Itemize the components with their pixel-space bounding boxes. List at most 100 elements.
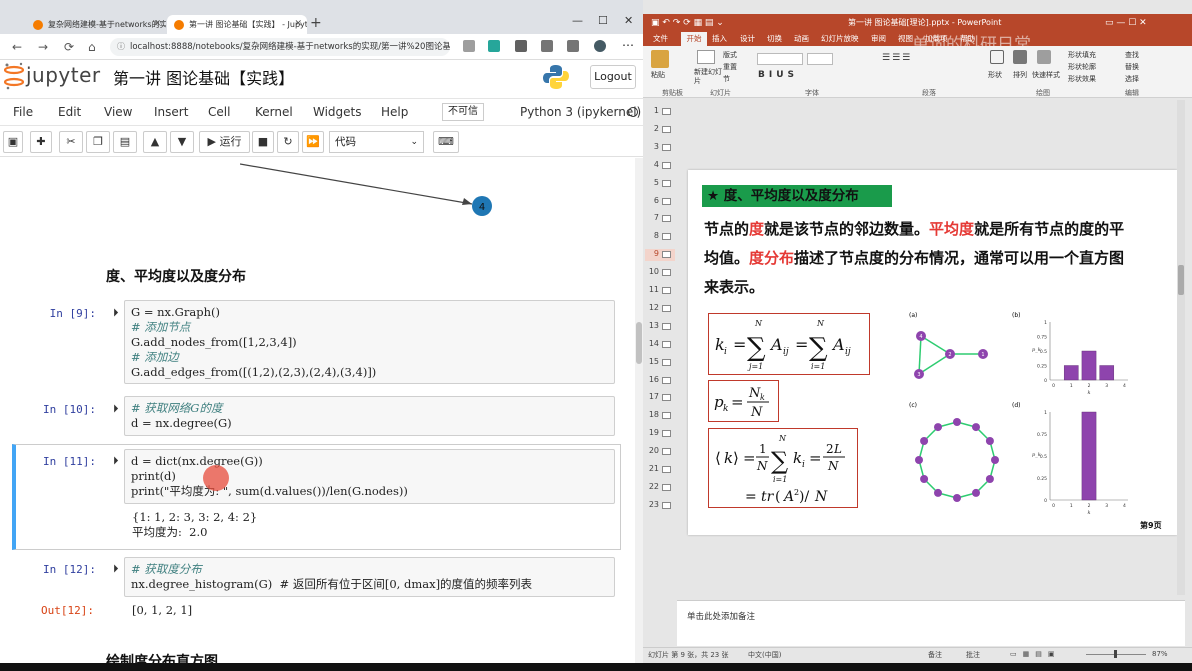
move-up-icon[interactable]: ▲ <box>143 131 167 153</box>
layout-button[interactable]: 版式 <box>723 50 737 60</box>
slide-thumb-item[interactable]: 21 <box>645 464 675 476</box>
menu-edit[interactable]: Edit <box>58 105 81 119</box>
close-tab-icon[interactable]: ✕ <box>294 15 302 34</box>
collections-icon[interactable] <box>567 40 579 52</box>
ribbon-tab-insert[interactable]: 插入 <box>712 33 727 44</box>
find-button[interactable]: 查找 <box>1125 50 1139 60</box>
interrupt-icon[interactable]: ■ <box>252 131 274 153</box>
status-zoom[interactable]: 87% <box>1152 650 1168 658</box>
close-window-button[interactable]: ✕ <box>624 14 633 27</box>
shapes-label[interactable]: 形状 <box>988 70 1002 80</box>
keyboard-icon[interactable]: ⌨ <box>433 131 459 153</box>
slide-thumb-item[interactable]: 2 <box>645 124 675 136</box>
ribbon-tab-slideshow[interactable]: 幻灯片放映 <box>821 33 859 44</box>
kernel-name[interactable]: Python 3 (ipykernel) <box>520 105 641 119</box>
shape-outline-button[interactable]: 形状轮廓 <box>1068 62 1096 72</box>
quick-styles-icon[interactable] <box>1037 50 1051 64</box>
slide-thumb-item[interactable]: 5 <box>645 178 675 190</box>
slide-thumb-item[interactable]: 18 <box>645 410 675 422</box>
font-format-icons[interactable]: BIUS <box>758 70 798 80</box>
paragraph-icons[interactable]: ☰☰☰ <box>882 53 912 63</box>
browser-tab-2[interactable]: 第一讲 图论基础【实践】 - Jupyter Not ✕ <box>167 15 307 34</box>
slide-thumb-item[interactable]: 20 <box>645 446 675 458</box>
trusted-indicator[interactable]: 不可信 <box>442 103 484 121</box>
menu-cell[interactable]: Cell <box>208 105 230 119</box>
menu-view[interactable]: View <box>104 105 132 119</box>
move-down-icon[interactable]: ▼ <box>170 131 194 153</box>
new-slide-label[interactable]: 新建幻灯片 <box>694 68 722 86</box>
back-icon[interactable]: ← <box>12 40 22 54</box>
notebook-scrollbar[interactable] <box>635 158 643 663</box>
code-cell-10[interactable]: # 获取网络G的度 d = nx.degree(G) <box>124 396 615 436</box>
browser-tab-1[interactable]: 复杂网络建模-基于networks的实现 ✕ <box>26 15 166 34</box>
extension-icon[interactable] <box>515 40 527 52</box>
home-icon[interactable]: ⌂ <box>88 40 96 54</box>
status-language[interactable]: 中文(中国) <box>748 650 781 660</box>
slide-thumb-item[interactable]: 16 <box>645 375 675 387</box>
minimize-button[interactable]: — <box>572 14 583 27</box>
slide-thumb-item[interactable]: 8 <box>645 231 675 243</box>
menu-insert[interactable]: Insert <box>154 105 188 119</box>
ppt-window-controls-icon[interactable]: ▭ — ☐ ✕ <box>1105 14 1147 32</box>
run-button[interactable]: ▶ 运行 <box>199 131 250 153</box>
ribbon-tab-file[interactable]: 文件 <box>653 33 668 44</box>
slide-thumb-item[interactable]: 4 <box>645 160 675 172</box>
ribbon-tab-transitions[interactable]: 切换 <box>767 33 782 44</box>
insert-cell-icon[interactable]: ✚ <box>30 131 52 153</box>
slide-thumb-item[interactable]: 19 <box>645 428 675 440</box>
slide-thumb-item[interactable]: 14 <box>645 339 675 351</box>
save-icon[interactable]: ▣ <box>3 131 23 153</box>
section-button[interactable]: 节 <box>723 74 730 84</box>
close-tab-icon[interactable]: ✕ <box>153 15 161 34</box>
copy-icon[interactable]: ❐ <box>86 131 110 153</box>
slide-thumb-item[interactable]: 22 <box>645 482 675 494</box>
extension-icon[interactable] <box>488 40 500 52</box>
quick-access-icons[interactable]: ▣ ↶ ↷ ⟳ ▦ ▤ ⌄ <box>651 14 724 32</box>
slide-scrollbar[interactable] <box>1177 100 1185 595</box>
slide-thumb-item[interactable]: 7 <box>645 213 675 225</box>
notebook-title[interactable]: 第一讲 图论基础【实践】 <box>113 65 294 89</box>
run-cell-icon[interactable]: ⏵ <box>113 562 119 576</box>
scrollbar-thumb[interactable] <box>636 322 642 364</box>
logout-button[interactable]: Logout <box>590 65 636 89</box>
quick-styles-label[interactable]: 快速样式 <box>1032 70 1060 80</box>
ribbon-tab-review[interactable]: 审阅 <box>871 33 886 44</box>
font-size-select[interactable] <box>807 53 833 65</box>
notes-placeholder[interactable]: 单击此处添加备注 <box>687 610 755 622</box>
code-cell-9[interactable]: G = nx.Graph() # 添加节点 G.add_nodes_from([… <box>124 300 615 384</box>
select-button[interactable]: 选择 <box>1125 74 1139 84</box>
shape-fill-button[interactable]: 形状填充 <box>1068 50 1096 60</box>
slide-thumb-item[interactable]: 17 <box>645 392 675 404</box>
new-tab-button[interactable]: + <box>310 15 322 31</box>
cell-type-select[interactable]: 代码 ⌄ <box>329 131 424 153</box>
view-buttons-icon[interactable]: ▭▦▤▣ <box>1010 650 1060 658</box>
restart-run-all-icon[interactable]: ⏩ <box>302 131 324 153</box>
ribbon-tab-animations[interactable]: 动画 <box>794 33 809 44</box>
cut-icon[interactable]: ✂ <box>59 131 83 153</box>
slide-thumb-item[interactable]: 3 <box>645 142 675 154</box>
ribbon-tab-view[interactable]: 视图 <box>898 33 913 44</box>
shapes-icon[interactable] <box>990 50 1004 64</box>
paste-icon[interactable] <box>651 50 669 68</box>
slide-thumb-item[interactable]: 6 <box>645 196 675 208</box>
slide-thumb-item[interactable]: 11 <box>645 285 675 297</box>
replace-button[interactable]: 替换 <box>1125 62 1139 72</box>
menu-kernel[interactable]: Kernel <box>255 105 293 119</box>
code-cell-12[interactable]: # 获取度分布 nx.degree_histogram(G) # 返回所有位于区… <box>124 557 615 597</box>
restart-icon[interactable]: ↻ <box>277 131 299 153</box>
code-cell-11[interactable]: d = dict(nx.degree(G)) print(d) print("平… <box>124 449 615 504</box>
paste-icon[interactable]: ▤ <box>113 131 137 153</box>
run-cell-icon[interactable]: ⏵ <box>113 306 119 320</box>
arrange-icon[interactable] <box>1013 50 1027 64</box>
slide-thumb-item[interactable]: 1 <box>645 106 675 118</box>
profile-avatar[interactable] <box>594 40 606 52</box>
font-name-select[interactable] <box>757 53 803 65</box>
slide-thumb-item[interactable]: 13 <box>645 321 675 333</box>
slide-thumb-item[interactable]: 23 <box>645 500 675 512</box>
reload-icon[interactable]: ⟳ <box>64 40 74 54</box>
ribbon-tab-design[interactable]: 设计 <box>740 33 755 44</box>
run-cell-icon[interactable]: ⏵ <box>113 454 119 468</box>
new-slide-icon[interactable] <box>697 50 715 64</box>
more-menu-icon[interactable]: ⋯ <box>622 38 634 52</box>
maximize-button[interactable]: ☐ <box>598 14 608 27</box>
